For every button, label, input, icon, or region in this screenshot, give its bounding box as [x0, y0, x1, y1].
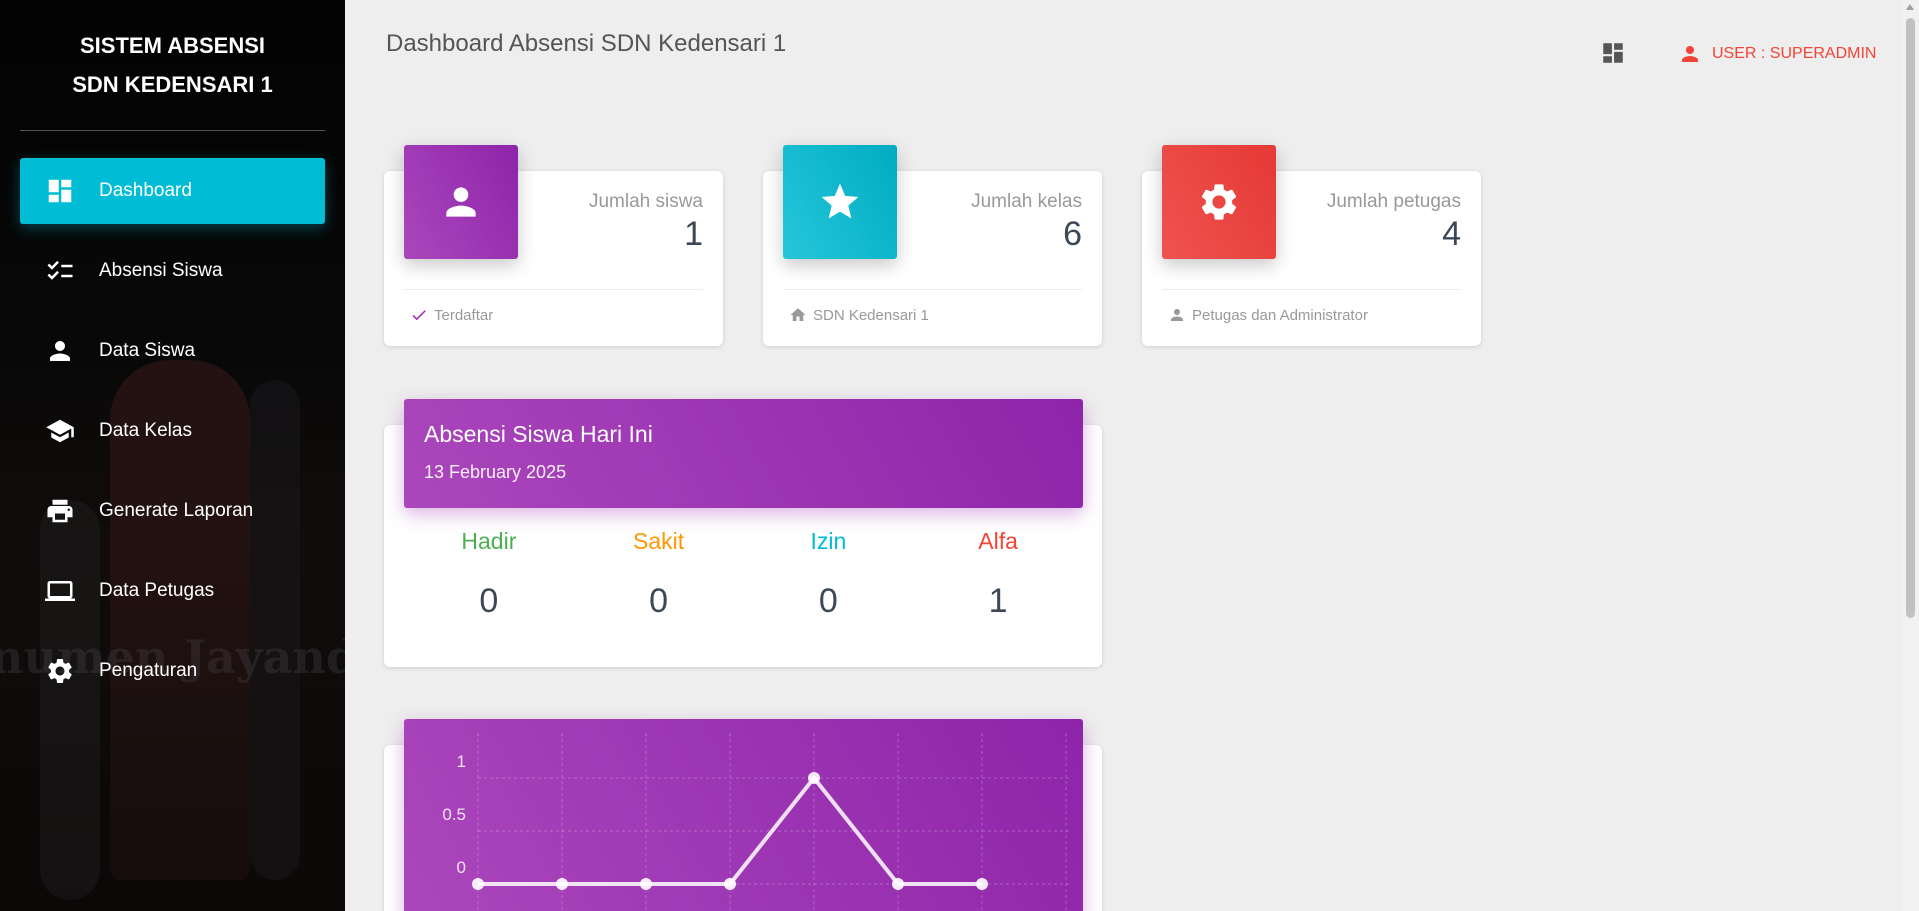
stat-card-petugas: Jumlah petugas 4 Petugas dan Administrat…	[1142, 145, 1481, 346]
attendance-label: Sakit	[633, 528, 685, 554]
gear-icon	[1201, 184, 1237, 220]
attendance-count: 1	[988, 582, 1008, 620]
attendance-hadir: Hadir 0	[404, 528, 574, 621]
attendance-chart-card: 1 0.5 0	[384, 719, 1102, 911]
sidebar-item-label: Generate Laporan	[99, 500, 254, 521]
home-icon	[790, 308, 806, 321]
stat-tile	[783, 145, 897, 259]
stat-footer-text: Terdaftar	[434, 306, 494, 324]
sidebar-item-label: Data Kelas	[99, 420, 192, 441]
sidebar-item-data-kelas[interactable]: Data Kelas	[20, 398, 325, 464]
person-icon	[1682, 46, 1698, 62]
stat-tile	[1162, 145, 1276, 259]
page-title: Dashboard Absensi SDN Kedensari 1	[386, 30, 787, 57]
sidebar-item-label: Dashboard	[99, 180, 192, 201]
stat-value: 4	[1442, 215, 1461, 253]
stat-category: Jumlah kelas	[971, 191, 1082, 212]
sidebar-item-dashboard[interactable]: Dashboard	[20, 158, 325, 224]
attendance-sakit: Sakit 0	[574, 528, 744, 621]
brand-line-2: SDN KEDENSARI 1	[72, 72, 273, 97]
sidebar-item-label: Data Siswa	[99, 340, 196, 361]
attendance-title: Absensi Siswa Hari Ini	[424, 421, 653, 447]
gear-icon	[45, 656, 75, 686]
stat-card-kelas: Jumlah kelas 6 SDN Kedensari 1	[763, 145, 1102, 346]
data-point	[640, 878, 652, 890]
user-menu[interactable]: USER : SUPERADMIN	[1678, 42, 1876, 66]
sidebar: numen Jayands SISTEM ABSENSI SDN KEDENSA…	[0, 0, 345, 911]
y-tick-label: 1	[457, 752, 466, 771]
stat-value: 1	[684, 215, 703, 253]
sidebar-divider	[20, 130, 325, 131]
attendance-chart: 1 0.5 0	[404, 719, 1083, 911]
stat-footer: Petugas dan Administrator	[1168, 306, 1368, 324]
stat-category: Jumlah petugas	[1326, 191, 1461, 212]
attendance-count: 0	[479, 582, 499, 620]
stat-category: Jumlah siswa	[588, 191, 703, 212]
sidebar-item-data-petugas[interactable]: Data Petugas	[20, 558, 325, 624]
stat-divider	[783, 289, 1082, 290]
brand-title[interactable]: SISTEM ABSENSI SDN KEDENSARI 1	[20, 26, 325, 104]
attendance-label: Hadir	[461, 528, 517, 554]
sidebar-item-label: Data Petugas	[99, 580, 215, 601]
y-tick-label: 0	[457, 858, 466, 877]
dashboard-icon[interactable]	[1600, 40, 1626, 66]
data-point	[976, 878, 988, 890]
stat-card-siswa: Jumlah siswa 1 Terdaftar	[384, 145, 723, 346]
attendance-label: Izin	[810, 528, 847, 554]
stat-value: 6	[1063, 215, 1082, 253]
data-point	[892, 878, 904, 890]
attendance-label: Alfa	[978, 528, 1018, 554]
person-icon	[446, 187, 476, 217]
laptop-icon	[45, 576, 75, 606]
data-point	[556, 878, 568, 890]
stat-footer-text: SDN Kedensari 1	[813, 306, 929, 324]
data-point	[808, 772, 820, 784]
data-point	[724, 878, 736, 890]
attendance-header: Absensi Siswa Hari Ini 13 February 2025	[404, 399, 1083, 508]
sidebar-nav: Dashboard Absensi Siswa Data Siswa Data …	[20, 158, 325, 718]
attendance-count: 0	[649, 582, 669, 620]
attendance-count: 0	[818, 582, 838, 620]
sidebar-item-pengaturan[interactable]: Pengaturan	[20, 638, 325, 704]
page-scrollbar[interactable]	[1902, 0, 1919, 911]
stat-divider	[404, 289, 703, 290]
attendance-date: 13 February 2025	[424, 462, 567, 482]
sidebar-item-label: Absensi Siswa	[99, 260, 223, 281]
person-icon	[45, 336, 75, 366]
checklist-icon	[45, 256, 75, 286]
y-tick-label: 0.5	[442, 805, 466, 824]
scroll-up-arrow[interactable]	[1906, 4, 1914, 10]
sidebar-item-generate-laporan[interactable]: Generate Laporan	[20, 478, 325, 544]
check-icon	[412, 310, 426, 321]
attendance-summary: Hadir 0 Sakit 0 Izin 0 Alfa 1	[404, 528, 1083, 621]
attendance-izin: Izin 0	[744, 528, 914, 621]
person-icon	[1171, 309, 1183, 321]
data-point	[472, 878, 484, 890]
brand-line-1: SISTEM ABSENSI	[80, 33, 265, 58]
line-chart: 10.50	[442, 733, 1072, 911]
stat-divider	[1162, 289, 1461, 290]
school-icon	[45, 416, 75, 446]
printer-icon	[45, 496, 75, 526]
stat-tile	[404, 145, 518, 259]
attendance-card: Absensi Siswa Hari Ini 13 February 2025 …	[384, 399, 1102, 667]
attendance-alfa: Alfa 1	[913, 528, 1083, 621]
stat-footer: SDN Kedensari 1	[789, 306, 929, 324]
stat-footer: Terdaftar	[410, 306, 493, 324]
sidebar-item-label: Pengaturan	[99, 660, 198, 681]
dashboard-icon	[45, 176, 75, 206]
sidebar-item-absensi-siswa[interactable]: Absensi Siswa	[20, 238, 325, 304]
stat-footer-text: Petugas dan Administrator	[1192, 306, 1368, 324]
scrollbar-thumb[interactable]	[1906, 18, 1915, 618]
star-icon	[821, 183, 859, 219]
sidebar-item-data-siswa[interactable]: Data Siswa	[20, 318, 325, 384]
user-label: USER : SUPERADMIN	[1712, 45, 1877, 62]
